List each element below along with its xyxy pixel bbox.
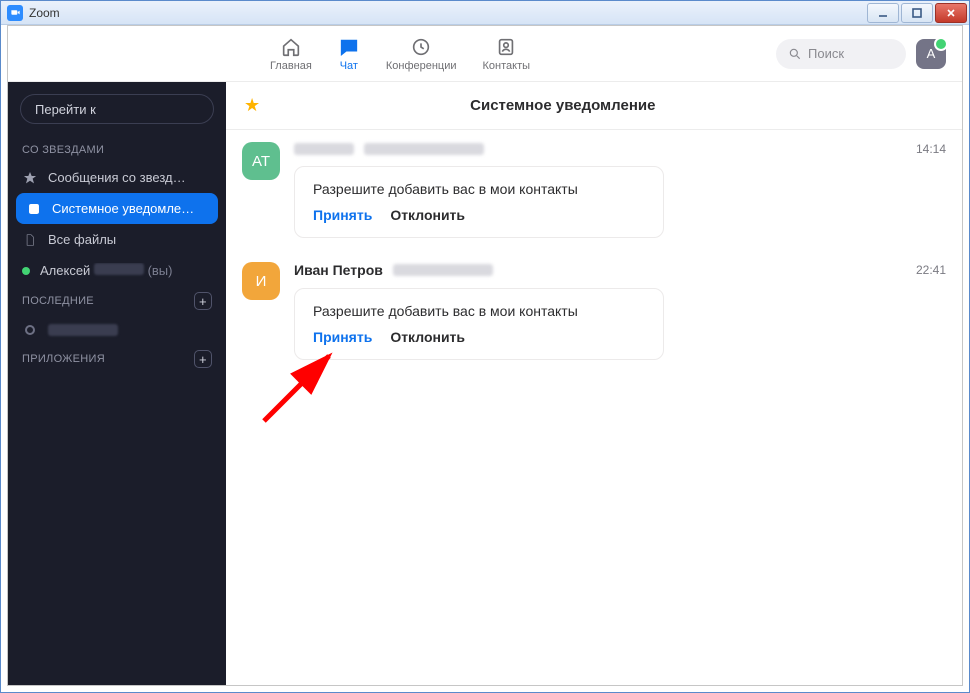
presence-indicator: [22, 267, 30, 275]
accept-button[interactable]: Принять: [313, 329, 372, 345]
chat-title: Системное уведомление: [470, 97, 655, 114]
home-icon: [280, 36, 302, 58]
message-item: И Иван Петров 22:41 Разрешите добавить в…: [242, 262, 946, 360]
request-text: Разрешите добавить вас в мои контакты: [313, 181, 645, 197]
contact-request-icon: [26, 202, 42, 216]
top-nav: Главная Чат Конференции Контакты Поиск: [8, 26, 962, 82]
nav-meetings[interactable]: Конференции: [386, 36, 457, 72]
chat-header: ★ Системное уведомление: [226, 82, 962, 130]
minimize-button[interactable]: [867, 3, 899, 23]
chat-panel: ★ Системное уведомление АТ 14:14: [226, 82, 962, 685]
window-title: Zoom: [29, 6, 60, 20]
messages-list: АТ 14:14 Разрешите добавить вас в мои ко…: [226, 130, 962, 685]
chat-icon: [338, 36, 360, 58]
message-time: 14:14: [916, 142, 946, 156]
sender-name: Иван Петров: [294, 262, 383, 278]
decline-button[interactable]: Отклонить: [390, 329, 465, 345]
sidebar-starred-messages[interactable]: Сообщения со звезд…: [8, 162, 226, 193]
sender-email: [364, 143, 484, 155]
sidebar: Перейти к СО ЗВЕЗДАМИ Сообщения со звезд…: [8, 82, 226, 685]
sidebar-all-files[interactable]: Все файлы: [8, 224, 226, 255]
contact-request-card: Разрешите добавить вас в мои контакты Пр…: [294, 288, 664, 360]
nav-contacts[interactable]: Контакты: [483, 36, 531, 72]
message-time: 22:41: [916, 263, 946, 277]
zoom-icon: [7, 5, 23, 21]
contact-request-card: Разрешите добавить вас в мои контакты Пр…: [294, 166, 664, 238]
request-text: Разрешите добавить вас в мои контакты: [313, 303, 645, 319]
sender-name: [294, 143, 354, 155]
sidebar-recent-item[interactable]: [8, 316, 226, 344]
message-item: АТ 14:14 Разрешите добавить вас в мои ко…: [242, 142, 946, 238]
star-icon: [22, 171, 38, 185]
sidebar-self-chat[interactable]: Алексей (вы): [8, 255, 226, 286]
profile-avatar[interactable]: A: [916, 39, 946, 69]
clock-icon: [410, 36, 432, 58]
titlebar[interactable]: Zoom: [1, 1, 969, 25]
close-button[interactable]: [935, 3, 967, 23]
add-recent-button[interactable]: +: [194, 292, 212, 310]
decline-button[interactable]: Отклонить: [390, 207, 465, 223]
section-apps[interactable]: ПРИЛОЖЕНИЯ +: [8, 344, 226, 374]
jump-to[interactable]: Перейти к: [20, 94, 214, 124]
sender-avatar[interactable]: И: [242, 262, 280, 300]
section-recent[interactable]: ПОСЛЕДНИЕ +: [8, 286, 226, 316]
presence-offline-icon: [22, 325, 38, 335]
accept-button[interactable]: Принять: [313, 207, 372, 223]
app-window: Zoom Главная Чат Конференции: [0, 0, 970, 693]
contacts-icon: [495, 36, 517, 58]
sidebar-system-notification[interactable]: Системное уведомле…: [16, 193, 218, 224]
search-input[interactable]: Поиск: [776, 39, 906, 69]
maximize-button[interactable]: [901, 3, 933, 23]
file-icon: [22, 233, 38, 247]
sender-email: [393, 264, 493, 276]
star-icon[interactable]: ★: [244, 95, 260, 116]
content-frame: Главная Чат Конференции Контакты Поиск: [7, 25, 963, 686]
nav-home[interactable]: Главная: [270, 36, 312, 72]
nav-chat[interactable]: Чат: [338, 36, 360, 72]
sender-avatar[interactable]: АТ: [242, 142, 280, 180]
add-app-button[interactable]: +: [194, 350, 212, 368]
search-icon: [788, 47, 802, 61]
section-starred[interactable]: СО ЗВЕЗДАМИ: [8, 138, 226, 162]
